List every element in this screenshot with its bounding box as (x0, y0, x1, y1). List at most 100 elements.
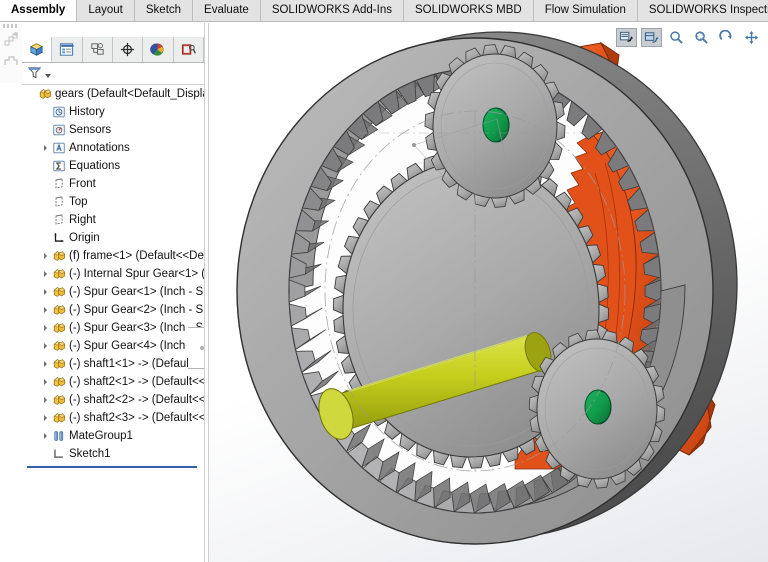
feature-manager-tab-strip (22, 37, 204, 63)
tab-solidworks-inspection[interactable]: SOLIDWORKS Inspection (637, 0, 768, 21)
tree-node-label: History (69, 106, 105, 118)
feature-manager-design-tree-tab[interactable] (22, 37, 53, 62)
dimxpert-manager-tab[interactable] (112, 37, 144, 62)
mategroup-icon (51, 429, 66, 444)
tree-node[interactable]: (-) Spur Gear<1> (Inch - Spu (22, 283, 204, 301)
tree-node-label: (-) shaft2<3> -> (Default<< (69, 412, 204, 424)
tab-solidworks-add-ins[interactable]: SOLIDWORKS Add-Ins (260, 0, 404, 21)
expand-chevron-right-icon[interactable] (40, 337, 51, 355)
tree-node[interactable]: Front (22, 175, 204, 193)
tree-node[interactable]: (-) shaft2<3> -> (Default<< (22, 409, 204, 427)
component-icon (51, 393, 66, 408)
expand-chevron-right-icon[interactable] (40, 265, 51, 283)
zoom-to-fit-button[interactable] (666, 28, 687, 47)
tree-node[interactable]: Right (22, 211, 204, 229)
configuration-icon (89, 41, 106, 58)
expand-chevron-right-icon[interactable] (40, 139, 51, 157)
graphics-viewport[interactable] (209, 23, 768, 562)
tab-solidworks-mbd[interactable]: SOLIDWORKS MBD (403, 0, 534, 21)
tree-node-label: (-) Spur Gear<2> (Inch - Spu (69, 304, 204, 316)
expand-chevron-right-icon[interactable] (40, 355, 51, 373)
filter-dropdown-chevron-down-icon[interactable] (45, 74, 51, 78)
tree-node-label: (-) Internal Spur Gear<1> (In (69, 268, 204, 280)
tree-node-label: (-) Spur Gear<1> (Inch - Spu (69, 286, 204, 298)
tree-node[interactable]: (-) shaft1<1> -> (Default<< (22, 355, 204, 373)
tree-node[interactable]: (f) frame<1> (Default<<Def (22, 247, 204, 265)
feature-tree-filter-bar[interactable] (22, 63, 204, 85)
expand-chevron-right-icon[interactable] (40, 373, 51, 391)
magnifier-icon (670, 30, 683, 44)
tree-node[interactable]: (-) shaft2<2> -> (Default<< (22, 391, 204, 409)
rollback-bar[interactable] (27, 466, 197, 468)
tree-node-label: Origin (69, 232, 100, 244)
expand-chevron-right-icon[interactable] (40, 391, 51, 409)
expand-chevron-right-icon[interactable] (40, 247, 51, 265)
tree-node[interactable]: (-) Spur Gear<2> (Inch - Spu (22, 301, 204, 319)
tree-node-label: MateGroup1 (69, 430, 133, 442)
expand-chevron-right-icon[interactable] (40, 409, 51, 427)
equations-icon (51, 159, 66, 174)
pan-button[interactable] (741, 28, 762, 47)
view-toolbar (616, 27, 762, 47)
expand-chevron-right-icon[interactable] (40, 427, 51, 445)
addins-manager-tab[interactable] (173, 37, 204, 62)
step-block-icon[interactable] (3, 53, 19, 69)
property-manager-tab[interactable] (52, 37, 83, 62)
tree-node[interactable]: Top (22, 193, 204, 211)
dimxpert-target-icon (119, 41, 136, 58)
annotations-icon (51, 141, 66, 156)
rotate-view-button[interactable] (716, 28, 737, 47)
expand-chevron-right-icon[interactable] (40, 301, 51, 319)
tab-flow-simulation[interactable]: Flow Simulation (533, 0, 638, 21)
tree-node-label: Sketch1 (69, 448, 111, 460)
tree-node-label: Right (69, 214, 96, 226)
tree-node-label: Equations (69, 160, 121, 172)
tree-node[interactable]: Sensors (22, 121, 204, 139)
tree-node[interactable]: (-) Internal Spur Gear<1> (In (22, 265, 204, 283)
zoom-area-icon (695, 30, 708, 44)
expand-chevron-right-icon[interactable] (40, 319, 51, 337)
origin-icon (51, 231, 66, 246)
section-view-button[interactable] (641, 27, 662, 47)
zoom-to-area-button[interactable] (691, 28, 712, 47)
expand-chevron-right-icon[interactable] (40, 283, 51, 301)
configuration-manager-tab[interactable] (82, 37, 113, 62)
plane-icon (51, 177, 66, 192)
previous-view-button[interactable] (616, 27, 637, 47)
ribbon-tab-bar: Assembly Layout Sketch Evaluate SOLIDWOR… (0, 0, 768, 22)
tree-node[interactable]: (-) Spur Gear<4> (Inch - Spu (22, 337, 204, 355)
toolbar-grip-dots (3, 24, 19, 28)
filter-funnel-icon[interactable] (27, 65, 42, 83)
history-icon (51, 105, 66, 120)
component-icon (51, 411, 66, 426)
gear-assembly-3d-model[interactable] (209, 23, 768, 562)
tree-node[interactable]: History (22, 103, 204, 121)
tree-node-label: Sensors (69, 124, 112, 136)
tree-node[interactable]: Equations (22, 157, 204, 175)
green-shaft-bottom[interactable] (584, 389, 612, 425)
feature-manager-design-tree[interactable]: gears (Default<Default_Display History Sen… (22, 85, 204, 562)
tree-node[interactable]: MateGroup1 (22, 427, 204, 445)
display-manager-tab[interactable] (143, 37, 174, 62)
tree-node[interactable]: Annotations (22, 139, 204, 157)
component-icon (51, 321, 66, 336)
tree-node[interactable]: (-) shaft2<1> -> (Default<< (22, 373, 204, 391)
tab-assembly[interactable]: Assembly (0, 0, 78, 21)
tab-evaluate[interactable]: Evaluate (193, 0, 261, 21)
component-icon (51, 303, 66, 318)
tree-node[interactable]: (-) Spur Gear<3> (Inch - Spu (22, 319, 204, 337)
tab-sketch[interactable]: Sketch (134, 0, 194, 21)
assembly-tree-icon[interactable] (3, 32, 19, 48)
tab-layout[interactable]: Layout (77, 0, 135, 21)
tree-node[interactable]: Sketch1 (22, 445, 204, 463)
component-icon (51, 357, 66, 372)
pan-arrows-icon (744, 30, 759, 44)
tree-node[interactable]: gears (Default<Default_Display (22, 85, 204, 103)
component-icon (51, 375, 66, 390)
tree-node[interactable]: Origin (22, 229, 204, 247)
